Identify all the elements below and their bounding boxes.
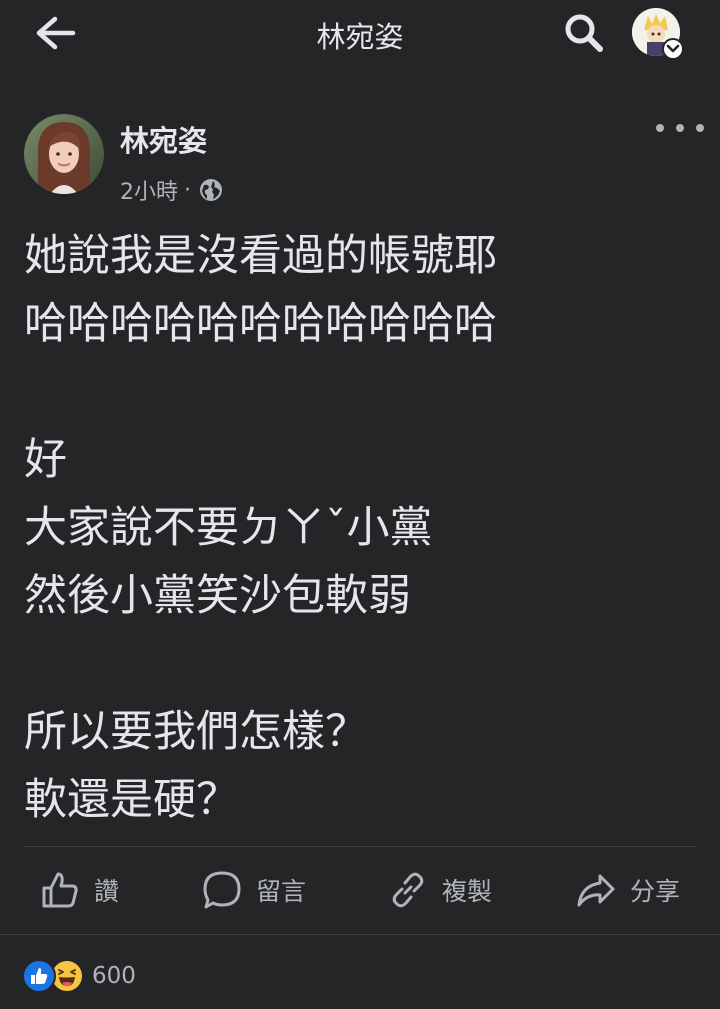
post-time[interactable]: 2小時 (120, 174, 178, 206)
author-name[interactable]: 林宛姿 (120, 118, 207, 160)
more-dot-icon (676, 124, 684, 132)
search-button[interactable] (560, 10, 608, 56)
post-line: 軟還是硬？ (24, 775, 239, 825)
like-button[interactable]: 讚 (40, 850, 119, 930)
post-line (24, 358, 704, 426)
like-label: 讚 (94, 877, 120, 906)
search-icon (565, 14, 603, 52)
reaction-count[interactable]: 600 (92, 963, 136, 989)
page-title: 林宛姿 (316, 20, 404, 54)
action-bar: 讚 留言 複製 分享 (0, 850, 720, 930)
post-line: 大家說不要ㄉㄚˇ小黨 (24, 503, 433, 553)
post-text: 她說我是沒看過的帳號耶 哈哈哈哈哈哈哈哈哈哈哈 好 大家說不要ㄉㄚˇ小黨 然後小… (24, 222, 704, 834)
actions-divider-top (24, 846, 696, 847)
post-line (24, 630, 704, 698)
chevron-down-badge (662, 38, 684, 60)
author-avatar[interactable] (24, 114, 104, 194)
actions-divider-bottom (0, 934, 720, 935)
more-dot-icon (656, 124, 664, 132)
more-dot-icon (696, 124, 704, 132)
thumbs-up-icon (42, 872, 78, 908)
more-options-button[interactable] (656, 118, 704, 138)
meta-separator: · (184, 177, 191, 203)
copy-label: 複製 (442, 877, 493, 906)
comment-label: 留言 (256, 877, 307, 906)
reactions-summary[interactable]: 600 (22, 954, 136, 998)
share-label: 分享 (630, 877, 681, 906)
post-page: 林宛姿 林宛姿 2小時 · 她說我是沒看過的帳號耶 哈哈哈哈哈哈哈哈哈哈哈 好 … (0, 0, 720, 1009)
globe-icon (200, 179, 222, 201)
post-line: 她說我是沒看過的帳號耶 (24, 231, 497, 281)
top-bar: 林宛姿 (0, 0, 720, 66)
account-menu-button[interactable] (632, 8, 684, 60)
comment-button[interactable]: 留言 (202, 850, 306, 930)
share-button[interactable]: 分享 (576, 850, 680, 930)
post-line: 然後小黨笑沙包軟弱 (24, 571, 411, 621)
link-icon (392, 872, 424, 908)
comment-icon (203, 871, 241, 909)
like-reaction-icon (22, 959, 56, 993)
copy-link-button[interactable]: 複製 (388, 850, 492, 930)
post-line: 所以要我們怎樣？ (24, 707, 368, 757)
post-line: 好 (24, 435, 67, 485)
post-line: 哈哈哈哈哈哈哈哈哈哈哈 (24, 299, 497, 349)
share-icon (577, 874, 615, 907)
post-meta: 2小時 · (120, 174, 223, 206)
chevron-down-icon (666, 44, 680, 53)
